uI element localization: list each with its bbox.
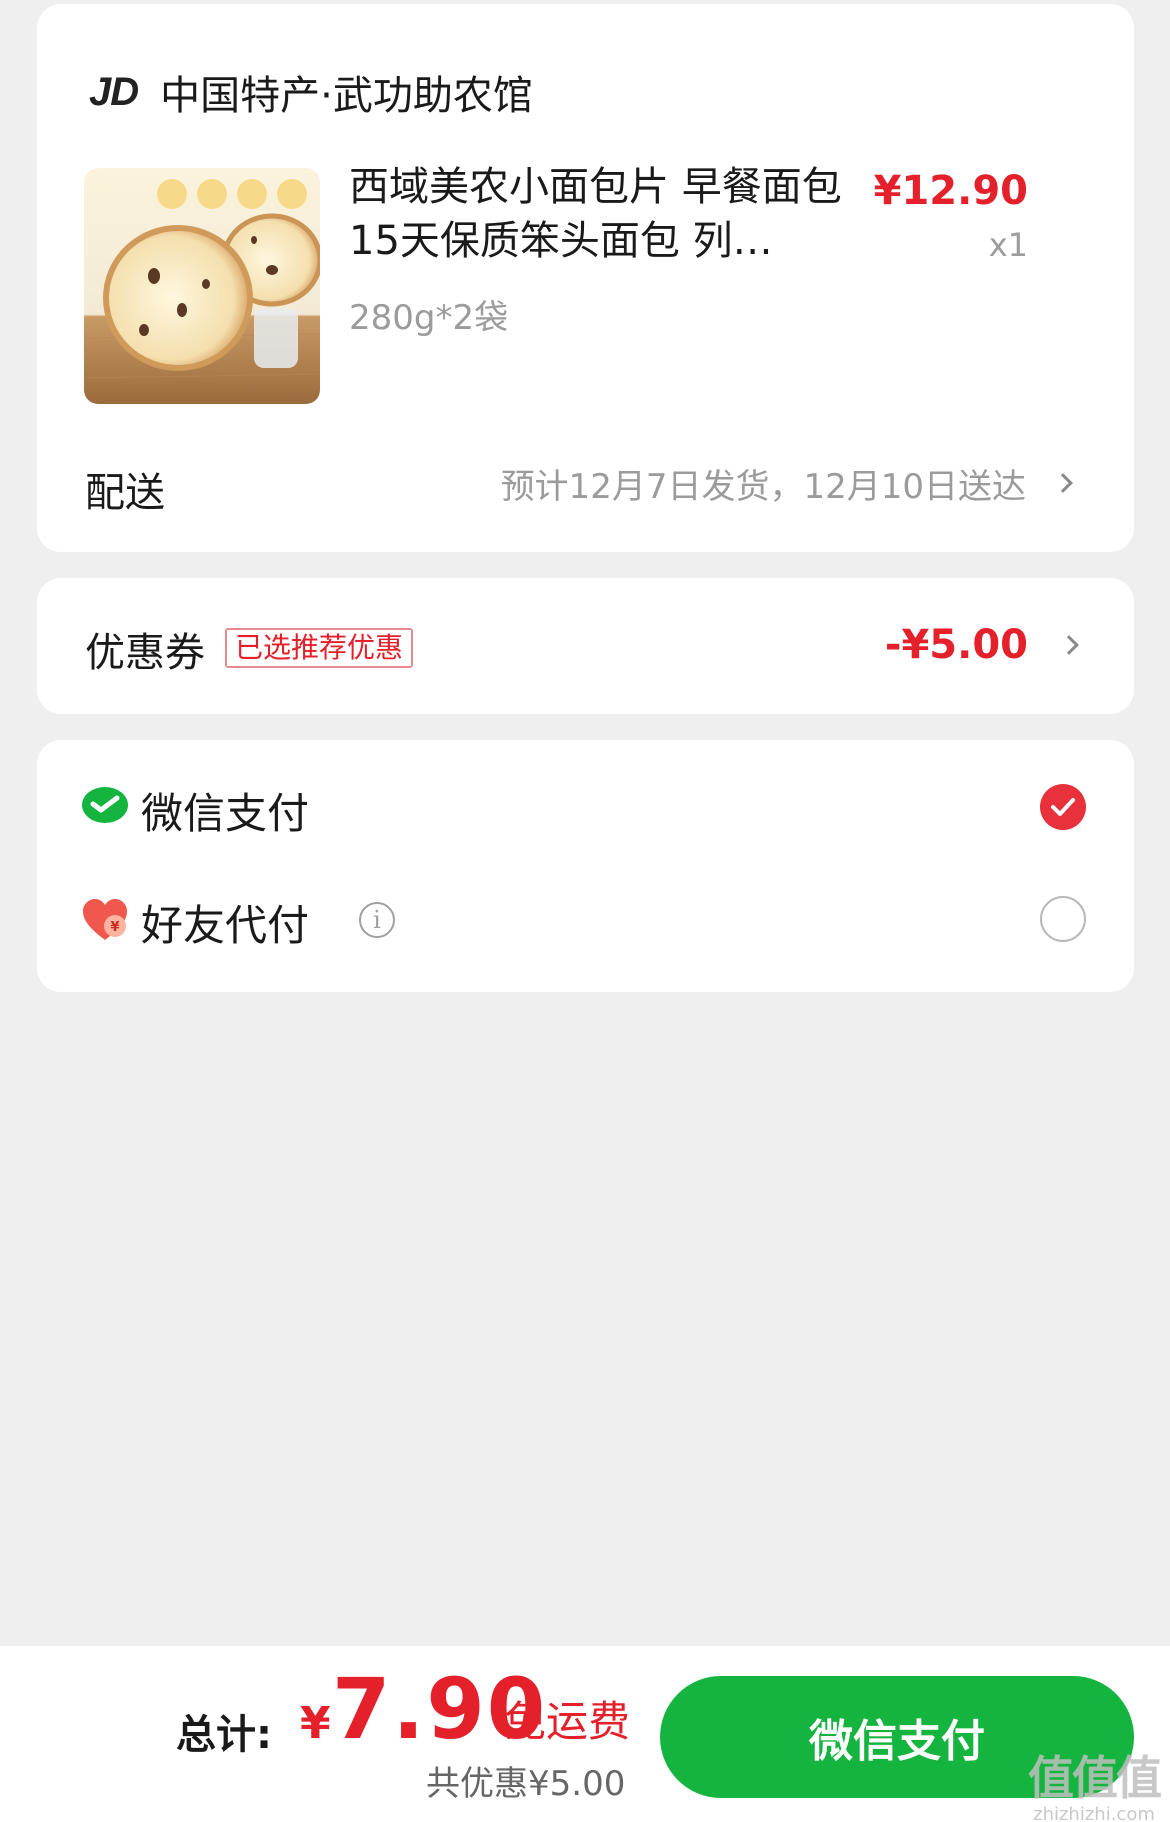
chevron-right-icon[interactable] (1053, 473, 1073, 493)
total-saved: 共优惠¥5.00 (426, 1764, 626, 1804)
payment-method-card: 微信支付 ¥ 好友代付 i (37, 740, 1134, 992)
total-currency: ¥ (300, 1698, 331, 1749)
payment-option-label: 好友代付 (141, 901, 310, 950)
product-image[interactable] (84, 168, 320, 404)
product-spec: 280g*2袋 (349, 298, 509, 338)
watermark: 值值值 zhizhizhi.com (1028, 1742, 1162, 1822)
total-label: 总计: (176, 1712, 272, 1758)
coupon-label: 优惠券 (85, 630, 205, 676)
payment-option-friend[interactable]: ¥ 好友代付 i (37, 864, 1134, 974)
jd-logo: JD (89, 69, 139, 114)
coupon-discount-value: -¥5.00 (884, 622, 1028, 668)
order-item-card: JD 中国特产·武功助农馆 西域美农小面包片 早餐面包15天保质笨头面包 列… … (37, 4, 1134, 552)
radio-unchecked-icon[interactable] (1040, 896, 1086, 942)
chevron-right-icon[interactable] (1059, 635, 1079, 655)
shop-name: 中国特产·武功助农馆 (160, 73, 533, 119)
coupon-card[interactable]: 优惠券 已选推荐优惠 -¥5.00 (37, 578, 1134, 714)
radio-checked-icon[interactable] (1040, 784, 1086, 830)
product-quantity: x1 (988, 226, 1028, 264)
payment-option-wechat[interactable]: 微信支付 (37, 752, 1134, 862)
free-shipping-label: 免运费 (504, 1697, 631, 1746)
delivery-label: 配送 (85, 470, 165, 516)
svg-text:¥: ¥ (110, 920, 119, 935)
watermark-main: 值值值 (1028, 1751, 1162, 1805)
delivery-estimate[interactable]: 预计12月7日发货，12月10日送达 (501, 459, 1026, 508)
wechat-pay-icon (82, 787, 128, 823)
coupon-selected-badge: 已选推荐优惠 (225, 628, 414, 668)
payment-option-label: 微信支付 (141, 789, 310, 838)
info-icon[interactable]: i (359, 902, 395, 938)
product-price: ¥12.90 (873, 168, 1028, 214)
watermark-sub: zhizhizhi.com (1033, 1804, 1155, 1822)
friend-pay-heart-icon: ¥ (83, 899, 127, 940)
product-title[interactable]: 西域美农小面包片 早餐面包15天保质笨头面包 列… (349, 160, 869, 268)
shop-header[interactable]: JD 中国特产·武功助农馆 (89, 62, 533, 122)
checkout-bar: 总计: ¥ 7.90 免运费 共优惠¥5.00 微信支付 值值值 zhizhiz… (0, 1646, 1170, 1822)
